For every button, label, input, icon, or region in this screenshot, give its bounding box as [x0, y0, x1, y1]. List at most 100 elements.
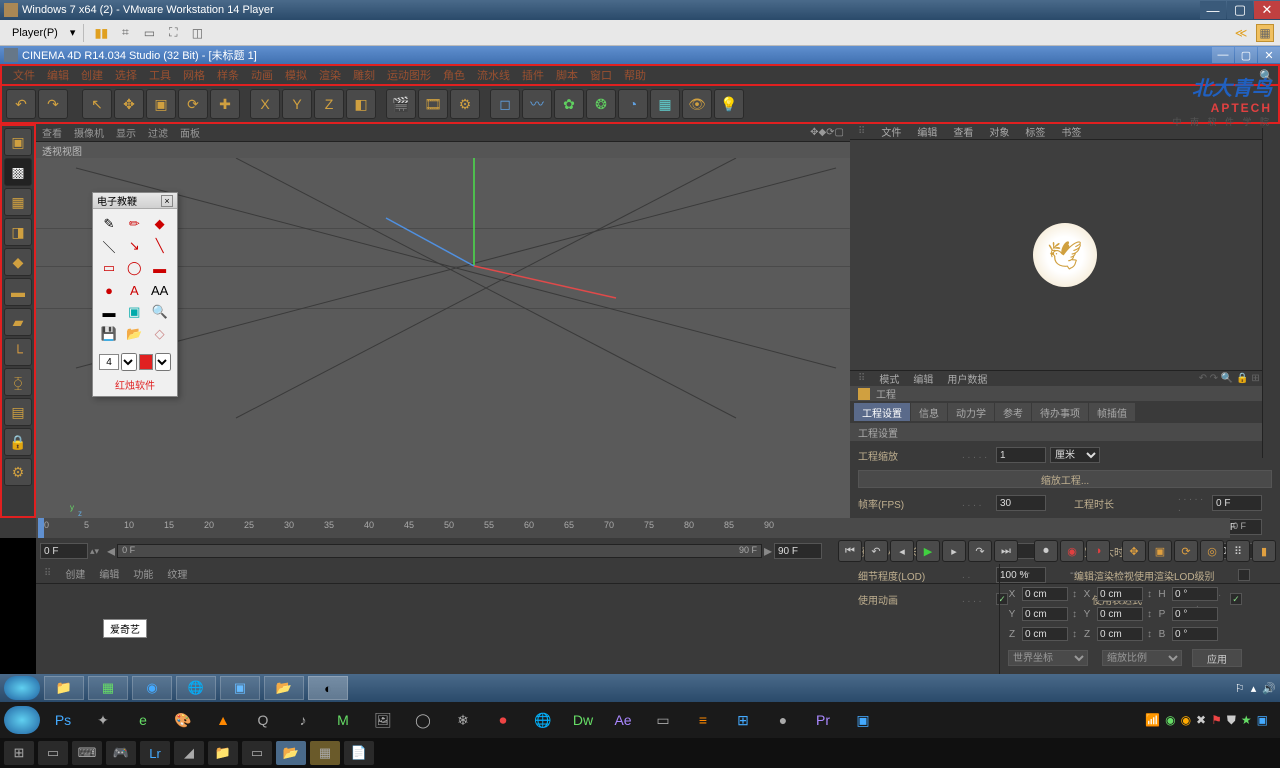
host-tray-7[interactable]: ▣ [1257, 713, 1268, 727]
host-tray-2[interactable]: ◉ [1181, 713, 1191, 727]
attr-edit[interactable]: 编辑 [913, 371, 933, 386]
point-mode-button[interactable]: ◆ [4, 248, 32, 276]
menu-script[interactable]: 脚本 [551, 66, 583, 84]
host-tray-4[interactable]: ⚑ [1211, 713, 1222, 727]
menu-window[interactable]: 窗口 [585, 66, 617, 84]
magnet-button[interactable]: ⧲ [4, 368, 32, 396]
host-task-star[interactable]: ✦ [86, 707, 120, 733]
host-tray-6[interactable]: ★ [1241, 713, 1252, 727]
filled-rect-icon[interactable]: ▬ [150, 259, 170, 277]
viewport-panel-menu[interactable]: 面板 [180, 125, 200, 140]
host-task-vmware[interactable]: ▭ [646, 707, 680, 733]
vmware-unity-button[interactable]: ◫ [188, 24, 206, 42]
key-scale-button[interactable]: ▣ [1148, 540, 1172, 562]
eraser-tool-icon[interactable]: ◆ [150, 215, 170, 233]
lock-button[interactable]: 🔒 [4, 428, 32, 456]
vmware-snapshot-button[interactable]: ▭ [140, 24, 158, 42]
host-task-rec[interactable]: ⏺ [486, 707, 520, 733]
menu-create[interactable]: 创建 [76, 66, 108, 84]
timeline-ruler[interactable]: 051015202530354045505560657075808590 [36, 518, 1230, 538]
tab-todo[interactable]: 待办事项 [1032, 403, 1088, 421]
tab-reference[interactable]: 参考 [995, 403, 1031, 421]
mat-func[interactable]: 功能 [133, 566, 153, 581]
host-task-dot[interactable]: ● [766, 707, 800, 733]
menu-pipeline[interactable]: 流水线 [472, 66, 515, 84]
ellipse-tool-icon[interactable]: ◯ [124, 259, 144, 277]
outer-minimize-button[interactable]: — [1200, 1, 1226, 19]
viewport-filter-menu[interactable]: 过滤 [148, 125, 168, 140]
open-tool-icon[interactable]: 📂 [124, 325, 144, 343]
mat-texture[interactable]: 纹理 [167, 566, 187, 581]
prev-key-button[interactable]: ↶ [864, 540, 888, 562]
frame-scrubber[interactable]: 0 F 90 F [117, 544, 762, 558]
host2-active[interactable]: ▦ [310, 741, 340, 765]
host-task-vlc[interactable]: ▲ [206, 707, 240, 733]
key-options-button[interactable]: ⠿ [1226, 540, 1250, 562]
key-rot-button[interactable]: ⟳ [1174, 540, 1198, 562]
host-task-music[interactable]: ♪ [286, 707, 320, 733]
spline-tool[interactable]: 〰 [522, 89, 552, 119]
coord-y[interactable] [1022, 607, 1068, 621]
annotation-panel-header[interactable]: 电子教鞭 × [93, 193, 177, 209]
c4d-close-button[interactable]: ✕ [1258, 47, 1280, 63]
coord-z[interactable] [1022, 627, 1068, 641]
menu-character[interactable]: 角色 [438, 66, 470, 84]
host-task-dw[interactable]: Dw [566, 707, 600, 733]
host2-explorer[interactable]: 📂 [276, 741, 306, 765]
viewport-display-menu[interactable]: 显示 [116, 125, 136, 140]
prev-frame-button[interactable]: ◂ [890, 540, 914, 562]
object-manager-content[interactable]: 🕊 [850, 140, 1280, 370]
viewport-view-menu[interactable]: 查看 [42, 125, 62, 140]
host-tray-5[interactable]: ⛊ [1227, 713, 1236, 728]
frame-start-input[interactable] [40, 543, 88, 559]
light-button[interactable]: 👁 [682, 89, 712, 119]
annotation-close-button[interactable]: × [161, 195, 173, 207]
axis-x-toggle[interactable]: X [250, 89, 280, 119]
objmgr-view[interactable]: 查看 [953, 124, 973, 139]
tab-project-settings[interactable]: 工程设置 [854, 403, 910, 421]
clear-tool-icon[interactable]: ◇ [150, 325, 170, 343]
host2-8[interactable]: ▭ [242, 741, 272, 765]
host-task-ie[interactable]: e [126, 707, 160, 733]
edge-mode-button[interactable]: ▬ [4, 278, 32, 306]
guest-task-5[interactable]: ▣ [220, 676, 260, 700]
objmgr-file[interactable]: 文件 [881, 124, 901, 139]
objmgr-edit[interactable]: 编辑 [917, 124, 937, 139]
vmware-fullscreen-button[interactable]: ⛶ [164, 24, 182, 42]
make-editable-button[interactable]: ▣ [4, 128, 32, 156]
screen-tool-icon[interactable]: ▣ [124, 303, 144, 321]
menu-plugins[interactable]: 插件 [517, 66, 549, 84]
fps-input[interactable] [996, 495, 1046, 511]
annotation-panel[interactable]: 电子教鞭 × ✎ ✏ ◆ ＼ ↘ ╲ ▭ ◯ ▬ ● A AA ▬ ▣ 🔍 💾 … [92, 192, 178, 397]
dashed-line-icon[interactable]: ╲ [150, 237, 170, 255]
host-task-pic[interactable]: 🖼 [366, 707, 400, 733]
host-task-ps[interactable]: Ps [46, 707, 80, 733]
record-button[interactable]: ⏺ [1034, 540, 1058, 562]
undo-button[interactable]: ↶ [6, 89, 36, 119]
axis-y-toggle[interactable]: Y [282, 89, 312, 119]
polygon-mode-button[interactable]: ▰ [4, 308, 32, 336]
save-tool-icon[interactable]: 💾 [99, 325, 119, 343]
goto-end-button[interactable]: ⏭ [994, 540, 1018, 562]
size-y[interactable] [1097, 607, 1143, 621]
scale-project-button[interactable]: 缩放工程... [858, 470, 1272, 488]
menu-sculpt[interactable]: 雕刻 [348, 66, 380, 84]
black-rect-icon[interactable]: ▬ [99, 303, 119, 321]
host-task-paint[interactable]: 🎨 [166, 707, 200, 733]
vmware-notify-icon[interactable]: ≪ [1232, 24, 1250, 42]
guest-tray-volume-icon[interactable]: 🔊 [1262, 682, 1276, 695]
host-task-menu[interactable]: ≡ [686, 707, 720, 733]
anno-color-dropdown[interactable]: ▾ [155, 353, 171, 371]
guest-tray-up-icon[interactable]: ▴ [1251, 682, 1257, 695]
unit-select[interactable]: 厘米 [1050, 447, 1100, 463]
goto-start-button[interactable]: ⏮ [838, 540, 862, 562]
mat-create[interactable]: 创建 [65, 566, 85, 581]
tab-info[interactable]: 信息 [911, 403, 947, 421]
select-tool[interactable]: ↖ [82, 89, 112, 119]
vmware-player-menu[interactable]: Player(P) [6, 25, 64, 41]
objmgr-tags[interactable]: 标签 [1025, 124, 1045, 139]
pencil-tool-icon[interactable]: ✎ [99, 215, 119, 233]
search-icon[interactable]: 🔍 [1259, 69, 1274, 83]
guest-task-chrome[interactable]: 🌐 [176, 676, 216, 700]
rect-tool-icon[interactable]: ▭ [99, 259, 119, 277]
